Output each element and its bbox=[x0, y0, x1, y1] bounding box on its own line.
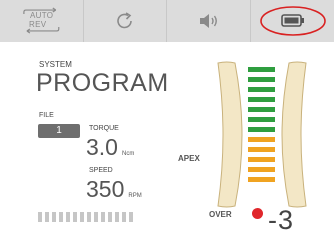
rotation-button[interactable] bbox=[82, 0, 167, 42]
progress-segment bbox=[73, 212, 77, 222]
volume-button[interactable] bbox=[166, 0, 250, 42]
apex-bar bbox=[248, 117, 275, 122]
progress-segment bbox=[66, 212, 70, 222]
battery-icon bbox=[260, 6, 326, 36]
progress-segment bbox=[94, 212, 98, 222]
progress-segment bbox=[122, 212, 126, 222]
apex-bar bbox=[248, 87, 275, 92]
file-number-badge[interactable]: 1 bbox=[38, 124, 80, 138]
speed-label: SPEED bbox=[89, 167, 113, 174]
speaker-icon bbox=[199, 14, 217, 28]
torque-value: 3.0 bbox=[86, 134, 118, 160]
auto-label: AUTO bbox=[30, 11, 54, 20]
apex-bar bbox=[248, 167, 275, 172]
auto-reverse-button[interactable]: AUTO REV bbox=[0, 0, 83, 42]
apex-bar bbox=[248, 97, 275, 102]
rotate-icon bbox=[117, 12, 132, 29]
speed-unit: RPM bbox=[128, 193, 142, 199]
over-label: OVER bbox=[209, 210, 232, 219]
progress-indicator bbox=[38, 212, 133, 222]
progress-segment bbox=[87, 212, 91, 222]
progress-segment bbox=[108, 212, 112, 222]
apex-bar bbox=[248, 67, 275, 72]
speed-value: 350 bbox=[86, 176, 125, 202]
progress-segment bbox=[101, 212, 105, 222]
torque-readout: 3.0 Ncm bbox=[86, 134, 134, 160]
progress-segment bbox=[59, 212, 63, 222]
torque-unit: Ncm bbox=[121, 151, 135, 157]
progress-segment bbox=[38, 212, 42, 222]
apex-label: APEX bbox=[178, 154, 200, 163]
apex-bar bbox=[248, 157, 275, 162]
apex-bar bbox=[248, 77, 275, 82]
toolbar: AUTO REV bbox=[0, 0, 334, 42]
apex-bar bbox=[248, 147, 275, 152]
progress-segment bbox=[115, 212, 119, 222]
apex-bar bbox=[248, 127, 275, 132]
torque-label: TORQUE bbox=[89, 125, 119, 132]
progress-segment bbox=[52, 212, 56, 222]
apex-readout: -3 bbox=[268, 205, 295, 235]
apex-bar bbox=[248, 137, 275, 142]
apex-bar bbox=[248, 177, 275, 182]
apex-bars bbox=[248, 67, 275, 187]
system-label: SYSTEM bbox=[39, 60, 72, 69]
progress-segment bbox=[129, 212, 133, 222]
file-label: FILE bbox=[39, 112, 54, 119]
speed-readout: 350 RPM bbox=[86, 176, 142, 202]
apex-bar bbox=[248, 107, 275, 112]
page-title: PROGRAM bbox=[36, 69, 169, 97]
battery-button[interactable] bbox=[250, 0, 334, 42]
progress-segment bbox=[80, 212, 84, 222]
rev-label: REV bbox=[29, 20, 47, 29]
progress-segment bbox=[45, 212, 49, 222]
over-indicator-dot bbox=[252, 208, 263, 219]
